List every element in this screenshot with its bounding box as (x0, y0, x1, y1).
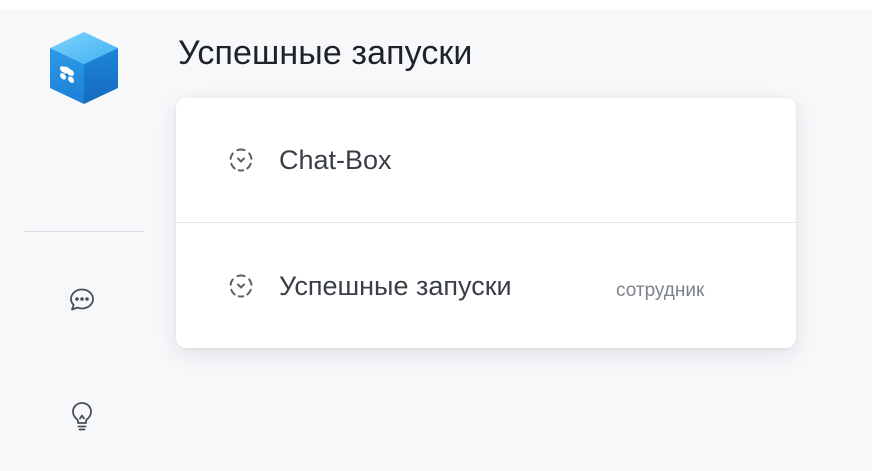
dropdown-item-label: Успешные запуски (279, 271, 512, 301)
sidebar-divider (24, 231, 144, 232)
dashed-circle-icon (228, 147, 254, 173)
lightbulb-icon[interactable] (64, 398, 100, 434)
chat-bubble-icon[interactable] (64, 282, 100, 318)
page-title: Успешные запуски (178, 34, 473, 72)
role-badge: сотрудник (616, 280, 705, 301)
dashed-circle-icon (228, 273, 254, 299)
cube-logo-icon[interactable] (44, 28, 124, 108)
dropdown-item-label: Chat-Box (279, 145, 392, 175)
dropdown-item-successful-launches[interactable]: Успешные запуски сотрудник (176, 223, 796, 347)
sidebar (0, 10, 160, 471)
dropdown-item-chat-box[interactable]: Chat-Box (176, 98, 796, 222)
project-dropdown: Chat-Box Успешные запуски сотрудник (176, 98, 796, 348)
window-top-strip (0, 0, 872, 10)
